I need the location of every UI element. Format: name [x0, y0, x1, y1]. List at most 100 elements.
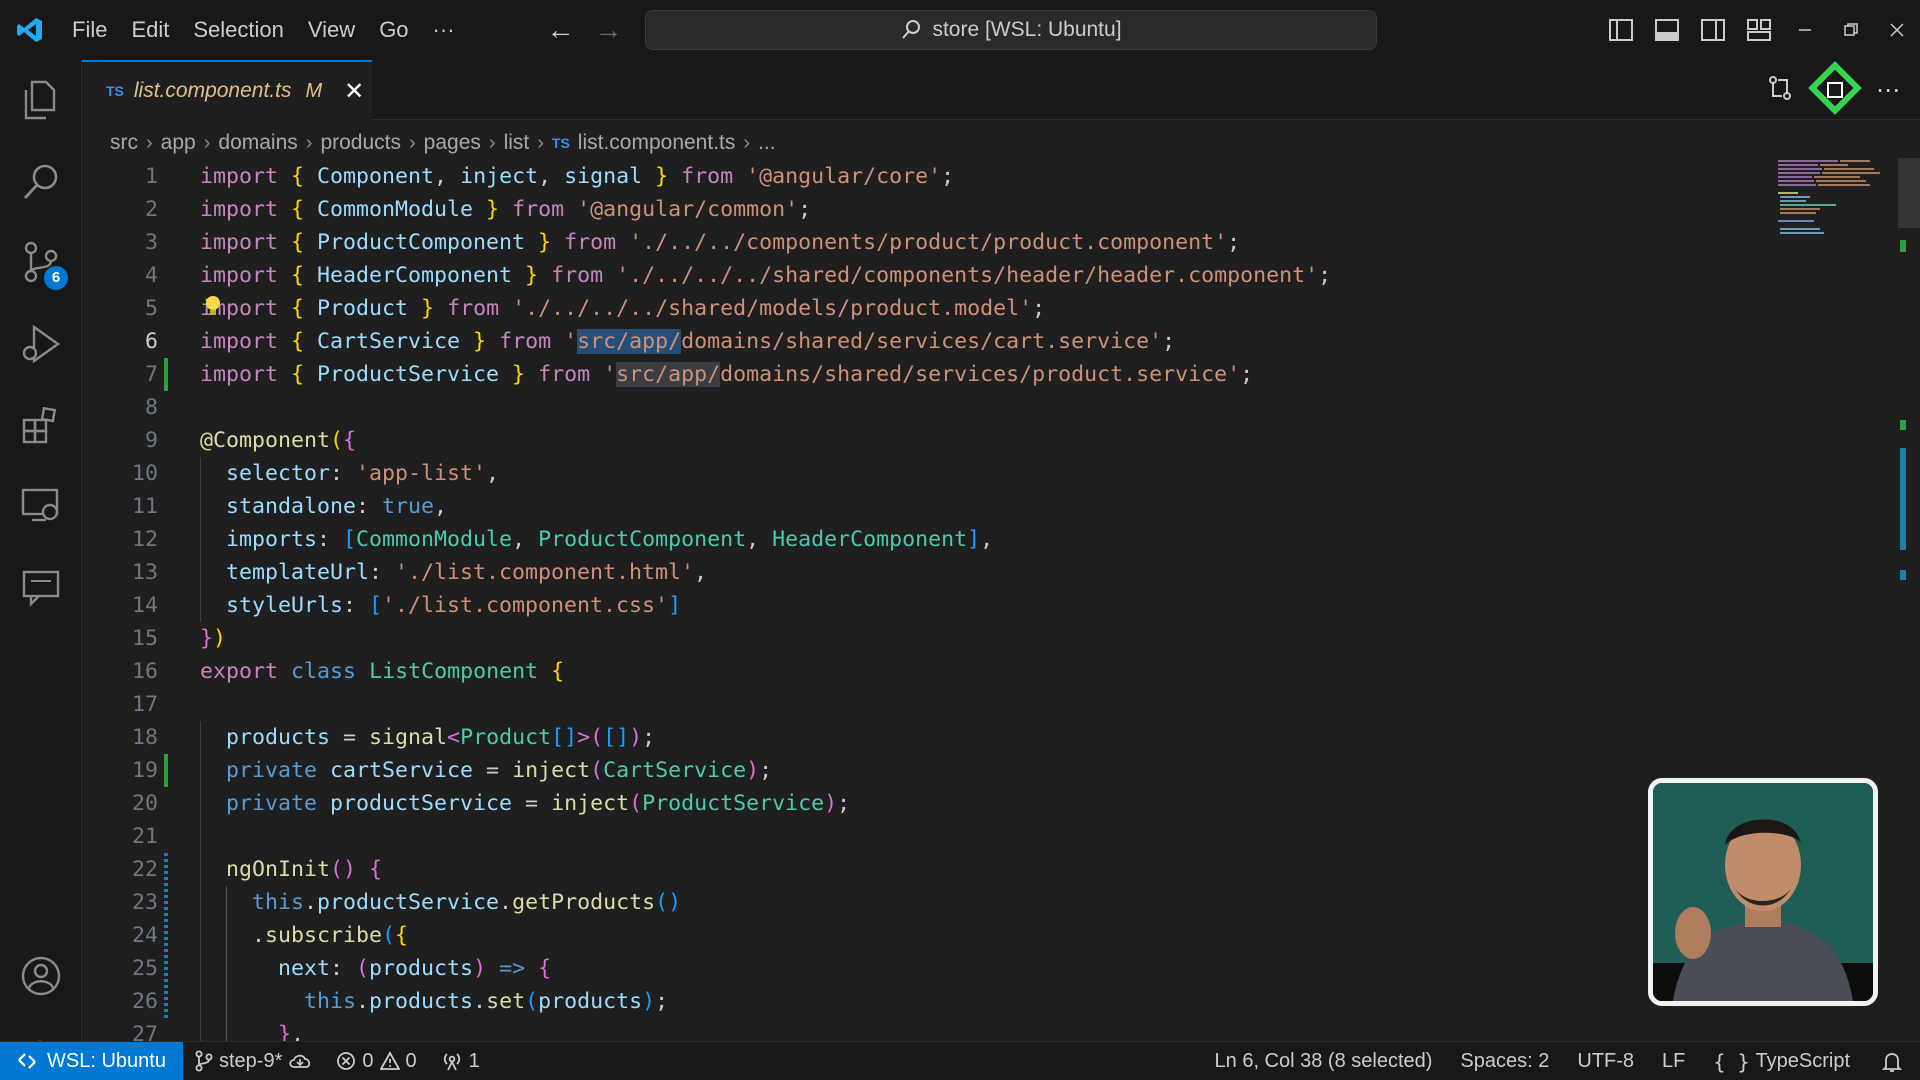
- remote-indicator[interactable]: WSL: Ubuntu: [0, 1041, 183, 1080]
- code-line: 16 export class ListComponent {: [82, 655, 1782, 688]
- code-line: 15 }): [82, 622, 1782, 655]
- code-text: import { Product } from './../../../shar…: [200, 296, 1046, 321]
- code-line: 14 styleUrls: ['./list.component.css']: [82, 589, 1782, 622]
- gitkraken-diamond-icon[interactable]: [1808, 60, 1862, 120]
- line-number: 16: [131, 659, 158, 684]
- cursor-position[interactable]: Ln 6, Col 38 (8 selected): [1201, 1050, 1447, 1073]
- modified-indicator: M: [305, 79, 323, 102]
- toggle-panel-icon[interactable]: [1644, 0, 1690, 60]
- run-debug-icon[interactable]: [0, 304, 82, 384]
- problems-indicator[interactable]: 0 0: [324, 1050, 428, 1073]
- code-line: 12 imports: [CommonModule, ProductCompon…: [82, 523, 1782, 556]
- vertical-scrollbar[interactable]: [1898, 158, 1920, 1041]
- code-line: 10 selector: 'app-list',: [82, 457, 1782, 490]
- close-window-icon[interactable]: [1874, 0, 1920, 60]
- git-branch[interactable]: step-9*: [183, 1050, 324, 1073]
- code-line: 19 private cartService = inject(CartServ…: [82, 754, 1782, 787]
- code-text: this.productService.getProducts(): [200, 890, 682, 915]
- restore-icon[interactable]: [1828, 0, 1874, 60]
- more-actions-icon[interactable]: ⋯: [1876, 76, 1900, 105]
- account-icon[interactable]: [0, 936, 82, 1016]
- code-line: 5 import { Product } from './../../../sh…: [82, 292, 1782, 325]
- branch-icon: [195, 1050, 213, 1072]
- line-number: 5: [144, 296, 158, 321]
- forward-arrow-icon[interactable]: →: [595, 14, 623, 46]
- encoding[interactable]: UTF-8: [1563, 1050, 1648, 1073]
- explorer-icon[interactable]: [0, 60, 82, 140]
- code-text: }): [200, 626, 227, 651]
- menu-selection[interactable]: Selection: [181, 0, 296, 60]
- branch-name: step-9*: [219, 1049, 283, 1072]
- code-line: 9 @Component({: [82, 424, 1782, 457]
- scrollbar-thumb[interactable]: [1898, 158, 1920, 228]
- ports-count: 1: [468, 1049, 480, 1072]
- tab-filename: list.component.ts: [133, 79, 292, 102]
- code-text: @Component({: [200, 428, 357, 453]
- minimap[interactable]: [1776, 158, 1896, 238]
- menu-view[interactable]: View: [296, 0, 367, 60]
- breadcrumb-products[interactable]: products: [320, 131, 401, 155]
- menu-file[interactable]: File: [60, 0, 119, 60]
- menu-more[interactable]: ···: [421, 0, 467, 60]
- open-changes-icon[interactable]: [1766, 74, 1794, 107]
- code-line: 7 import { ProductService } from 'src/ap…: [82, 358, 1782, 391]
- tab-list-component[interactable]: TS list.component.ts M ✕: [82, 60, 372, 120]
- warning-icon: [379, 1051, 400, 1070]
- lightbulb-icon[interactable]: [204, 295, 222, 325]
- source-control-icon[interactable]: 6: [0, 222, 82, 302]
- breadcrumb-src[interactable]: src: [110, 131, 138, 155]
- line-number: 8: [144, 395, 158, 420]
- line-number: 18: [131, 725, 158, 750]
- chevron-right-icon: ›: [537, 131, 544, 154]
- code-line: 1 import { Component, inject, signal } f…: [82, 160, 1782, 193]
- status-right: Ln 6, Col 38 (8 selected) Spaces: 2 UTF-…: [1201, 1042, 1920, 1080]
- search-icon[interactable]: [0, 142, 82, 222]
- scrollbar-change-marker: [1900, 420, 1906, 430]
- sync-cloud-icon[interactable]: [288, 1052, 312, 1070]
- webcam-overlay: [1648, 778, 1878, 1006]
- code-text: import { ProductService } from 'src/app/…: [200, 362, 1254, 387]
- menu-go[interactable]: Go: [367, 0, 420, 60]
- breadcrumb-symbol[interactable]: ...: [758, 131, 776, 155]
- selected-text: src/app/: [577, 329, 682, 354]
- back-arrow-icon[interactable]: ←: [547, 14, 575, 46]
- code-line: 6 import { CartService } from 'src/app/d…: [82, 325, 1782, 358]
- ports-indicator[interactable]: 1: [429, 1050, 492, 1073]
- line-number: 25: [131, 956, 158, 981]
- indentation[interactable]: Spaces: 2: [1446, 1050, 1563, 1073]
- toggle-secondary-sidebar-icon[interactable]: [1690, 0, 1736, 60]
- notifications-bell-icon[interactable]: [1864, 1051, 1920, 1073]
- line-number: 9: [144, 428, 158, 453]
- menu-edit[interactable]: Edit: [119, 0, 181, 60]
- remote-label: WSL: Ubuntu: [47, 1049, 166, 1072]
- code-editor[interactable]: 1 import { Component, inject, signal } f…: [82, 160, 1920, 1041]
- breadcrumb-pages[interactable]: pages: [424, 131, 481, 155]
- toggle-primary-sidebar-icon[interactable]: [1598, 0, 1644, 60]
- chevron-right-icon: ›: [203, 131, 211, 154]
- breadcrumb-list[interactable]: list: [504, 131, 530, 155]
- language-mode[interactable]: { } TypeScript: [1699, 1050, 1864, 1074]
- navigation-arrows: ← →: [547, 14, 623, 46]
- breadcrumb-file[interactable]: list.component.ts: [578, 131, 736, 155]
- command-center-search[interactable]: store [WSL: Ubuntu]: [645, 10, 1377, 50]
- close-tab-icon[interactable]: ✕: [344, 77, 364, 106]
- line-number: 23: [131, 890, 158, 915]
- indent-guide: [226, 886, 227, 1041]
- line-number: 19: [131, 758, 158, 783]
- code-line: 27 },: [82, 1018, 1782, 1041]
- extensions-icon[interactable]: [0, 386, 82, 466]
- end-of-line[interactable]: LF: [1648, 1050, 1699, 1073]
- line-number: 14: [131, 593, 158, 618]
- breadcrumb-domains[interactable]: domains: [218, 131, 297, 155]
- breadcrumb-app[interactable]: app: [161, 131, 196, 155]
- remote-explorer-icon[interactable]: [0, 466, 82, 546]
- line-number: 3: [144, 230, 158, 255]
- code-text: selector: 'app-list',: [200, 461, 500, 486]
- customize-layout-icon[interactable]: [1736, 0, 1782, 60]
- line-number: 7: [144, 362, 158, 387]
- chat-icon[interactable]: [0, 548, 82, 628]
- line-number: 22: [131, 857, 158, 882]
- code-line: 21: [82, 820, 1782, 853]
- minimize-icon[interactable]: [1782, 0, 1828, 60]
- presenter-video-image: [1653, 783, 1873, 1001]
